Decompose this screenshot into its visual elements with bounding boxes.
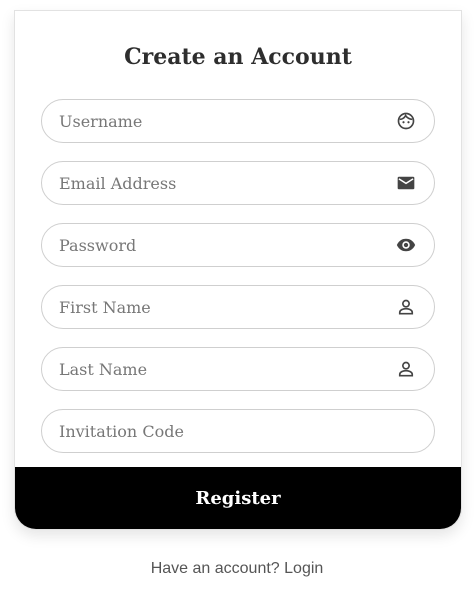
person-icon — [396, 359, 416, 379]
email-icon — [396, 173, 416, 193]
username-input[interactable] — [59, 100, 379, 142]
email-field[interactable] — [41, 161, 435, 205]
register-card: Create an Account Username Email Address… — [14, 10, 462, 530]
person-icon — [396, 297, 416, 317]
email-input[interactable] — [59, 162, 379, 204]
invitation-code-input[interactable] — [59, 410, 379, 452]
last-name-field[interactable] — [41, 347, 435, 391]
first-name-input[interactable] — [59, 286, 379, 328]
eye-icon[interactable] — [396, 235, 416, 255]
password-field[interactable] — [41, 223, 435, 267]
password-input[interactable] — [59, 224, 379, 266]
login-link[interactable]: Login — [284, 560, 323, 577]
login-prompt: Have an account? Login — [0, 558, 474, 580]
first-name-field[interactable] — [41, 285, 435, 329]
login-prompt-text: Have an account? — [150, 560, 280, 577]
register-button[interactable]: Register — [15, 467, 461, 529]
page-title: Create an Account — [124, 44, 352, 70]
username-field[interactable] — [41, 99, 435, 143]
face-icon — [396, 111, 416, 131]
invitation-code-field[interactable] — [41, 409, 435, 453]
last-name-input[interactable] — [59, 348, 379, 390]
